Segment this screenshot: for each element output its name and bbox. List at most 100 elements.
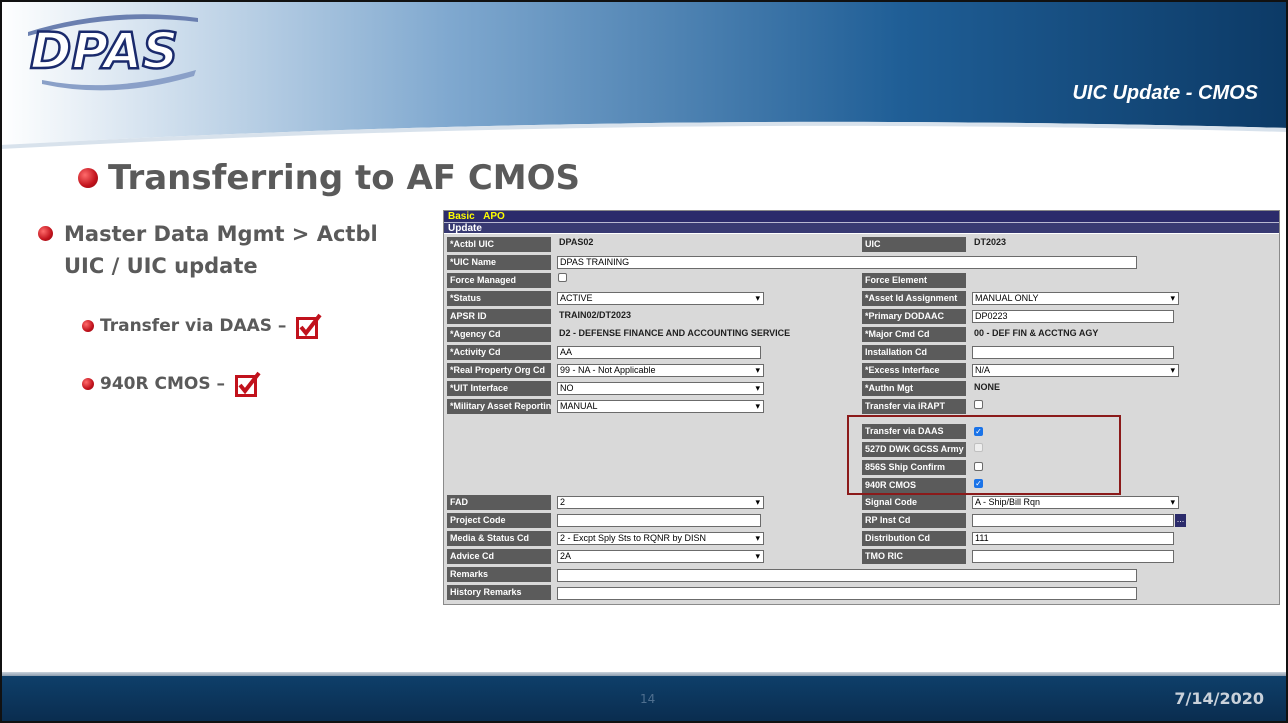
excess-interface-select[interactable]: N/A ▾ <box>972 364 1179 377</box>
uic-name-input[interactable]: DPAS TRAINING <box>557 256 1137 269</box>
status-label: *Status <box>447 291 551 306</box>
distribution-cd-input[interactable]: 111 <box>972 532 1174 545</box>
highlight-box <box>847 415 1121 495</box>
activity-cd-input[interactable]: AA <box>557 346 761 359</box>
sub-bullet-daas: Transfer via DAAS – <box>82 313 323 339</box>
primary-dodaac-label: *Primary DODAAC <box>862 309 966 324</box>
activity-cd-label: *Activity Cd <box>447 345 551 360</box>
agency-cd-label: *Agency Cd <box>447 327 551 342</box>
sub-bullet-text: 940R CMOS – <box>100 374 226 394</box>
advice-cd-label: Advice Cd <box>447 549 551 564</box>
rp-inst-cd-input[interactable] <box>972 514 1174 527</box>
dpas-logo: DPAS <box>28 14 198 91</box>
slide-subtitle: UIC Update - CMOS <box>1072 82 1258 104</box>
advice-cd-select-value: 2A <box>560 551 572 561</box>
distribution-cd-label: Distribution Cd <box>862 531 966 546</box>
fad-select-value: 2 <box>560 497 566 507</box>
bullet-icon <box>78 168 98 188</box>
asset-id-label: *Asset Id Assignment <box>862 291 966 306</box>
installation-cd-input[interactable] <box>972 346 1174 359</box>
transfer-irapt-checkbox[interactable] <box>974 400 983 409</box>
bullet-icon <box>38 226 53 241</box>
section-header: Update <box>444 222 1279 234</box>
fad-select[interactable]: 2 ▾ <box>557 496 764 509</box>
uic-name-label: *UIC Name <box>447 255 551 270</box>
tmo-ric-label: TMO RIC <box>862 549 966 564</box>
real-property-label: *Real Property Org Cd <box>447 363 551 378</box>
sub-bullet-cmos: 940R CMOS – <box>82 371 261 397</box>
chevron-down-icon: ▾ <box>755 533 760 543</box>
military-asset-label: *Military Asset Reporting <box>447 399 551 414</box>
project-code-input[interactable] <box>557 514 761 527</box>
tmo-ric-input[interactable] <box>972 550 1174 563</box>
force-managed-label: Force Managed <box>447 273 551 288</box>
uic-update-form: Basic APO Update *Actbl UIC DPAS02 *UIC … <box>443 210 1280 605</box>
real-property-select-value: 99 - NA - Not Applicable <box>560 365 656 375</box>
history-remarks-input[interactable] <box>557 587 1137 600</box>
fad-label: FAD <box>447 495 551 510</box>
major-cmd-value: 00 - DEF FIN & ACCTNG AGY <box>974 328 1099 338</box>
excess-interface-select-value: N/A <box>975 365 991 375</box>
uit-interface-select[interactable]: NO ▾ <box>557 382 764 395</box>
authn-mgt-label: *Authn Mgt <box>862 381 966 396</box>
real-property-select[interactable]: 99 - NA - Not Applicable ▾ <box>557 364 764 377</box>
chevron-down-icon: ▾ <box>755 383 760 393</box>
main-bullet-text: Master Data Mgmt > Actbl UIC / UIC updat… <box>64 222 378 278</box>
major-cmd-label: *Major Cmd Cd <box>862 327 966 342</box>
page-number: 14 <box>640 692 656 706</box>
chevron-down-icon: ▾ <box>1170 365 1175 375</box>
agency-cd-value: D2 - DEFENSE FINANCE AND ACCOUNTING SERV… <box>559 328 791 338</box>
installation-cd-label: Installation Cd <box>862 345 966 360</box>
asset-id-select[interactable]: MANUAL ONLY ▾ <box>972 292 1179 305</box>
transfer-irapt-label: Transfer via iRAPT <box>862 399 966 414</box>
force-element-label: Force Element <box>862 273 966 288</box>
asset-id-select-value: MANUAL ONLY <box>975 293 1039 303</box>
advice-cd-select[interactable]: 2A ▾ <box>557 550 764 563</box>
chevron-down-icon: ▾ <box>755 401 760 411</box>
chevron-down-icon: ▾ <box>755 551 760 561</box>
history-remarks-label: History Remarks <box>447 585 551 600</box>
media-status-label: Media & Status Cd <box>447 531 551 546</box>
form-tabs: Basic APO <box>444 211 1279 222</box>
slide-header: DPAS UIC Update - CMOS <box>0 0 1288 150</box>
uit-interface-label: *UIT Interface <box>447 381 551 396</box>
signal-code-select-value: A - Ship/Bill Rqn <box>975 497 1041 507</box>
tab-basic[interactable]: Basic <box>448 211 475 222</box>
sub-bullet-text: Transfer via DAAS – <box>100 316 287 336</box>
project-code-label: Project Code <box>447 513 551 528</box>
uit-interface-select-value: NO <box>560 383 574 393</box>
slide-title: Transferring to AF CMOS <box>78 158 580 198</box>
checkbox-checked-icon <box>296 313 323 339</box>
signal-code-label: Signal Code <box>862 495 966 510</box>
media-status-select[interactable]: 2 - Excpt Sply Sts to RQNR by DISN ▾ <box>557 532 764 545</box>
chevron-down-icon: ▾ <box>755 293 760 303</box>
chevron-down-icon: ▾ <box>1170 497 1175 507</box>
apsr-id-value: TRAIN02/DT2023 <box>559 310 632 320</box>
chevron-down-icon: ▾ <box>1170 293 1175 303</box>
checkbox-checked-icon <box>235 371 261 397</box>
military-asset-select[interactable]: MANUAL ▾ <box>557 400 764 413</box>
slide-date: 7/14/2020 <box>1174 689 1264 708</box>
military-asset-select-value: MANUAL <box>560 401 598 411</box>
svg-text:DPAS: DPAS <box>30 22 178 80</box>
apsr-id-label: APSR ID <box>447 309 551 324</box>
force-managed-checkbox[interactable] <box>558 273 567 282</box>
status-select-value: ACTIVE <box>560 293 593 303</box>
excess-interface-label: *Excess Interface <box>862 363 966 378</box>
signal-code-select[interactable]: A - Ship/Bill Rqn ▾ <box>972 496 1179 509</box>
actbl-uic-label: *Actbl UIC <box>447 237 551 252</box>
status-select[interactable]: ACTIVE ▾ <box>557 292 764 305</box>
remarks-label: Remarks <box>447 567 551 582</box>
rp-inst-cd-label: RP Inst Cd <box>862 513 966 528</box>
main-bullet: Master Data Mgmt > Actbl UIC / UIC updat… <box>38 218 408 282</box>
lookup-button[interactable]: ... <box>1175 514 1186 527</box>
chevron-down-icon: ▾ <box>755 497 760 507</box>
uic-label: UIC <box>862 237 966 252</box>
actbl-uic-value: DPAS02 <box>559 237 594 247</box>
media-status-select-value: 2 - Excpt Sply Sts to RQNR by DISN <box>560 533 707 543</box>
uic-value: DT2023 <box>974 237 1007 247</box>
bullet-icon <box>82 320 94 332</box>
tab-apo[interactable]: APO <box>483 211 505 222</box>
primary-dodaac-input[interactable]: DP0223 <box>972 310 1174 323</box>
remarks-input[interactable] <box>557 569 1137 582</box>
